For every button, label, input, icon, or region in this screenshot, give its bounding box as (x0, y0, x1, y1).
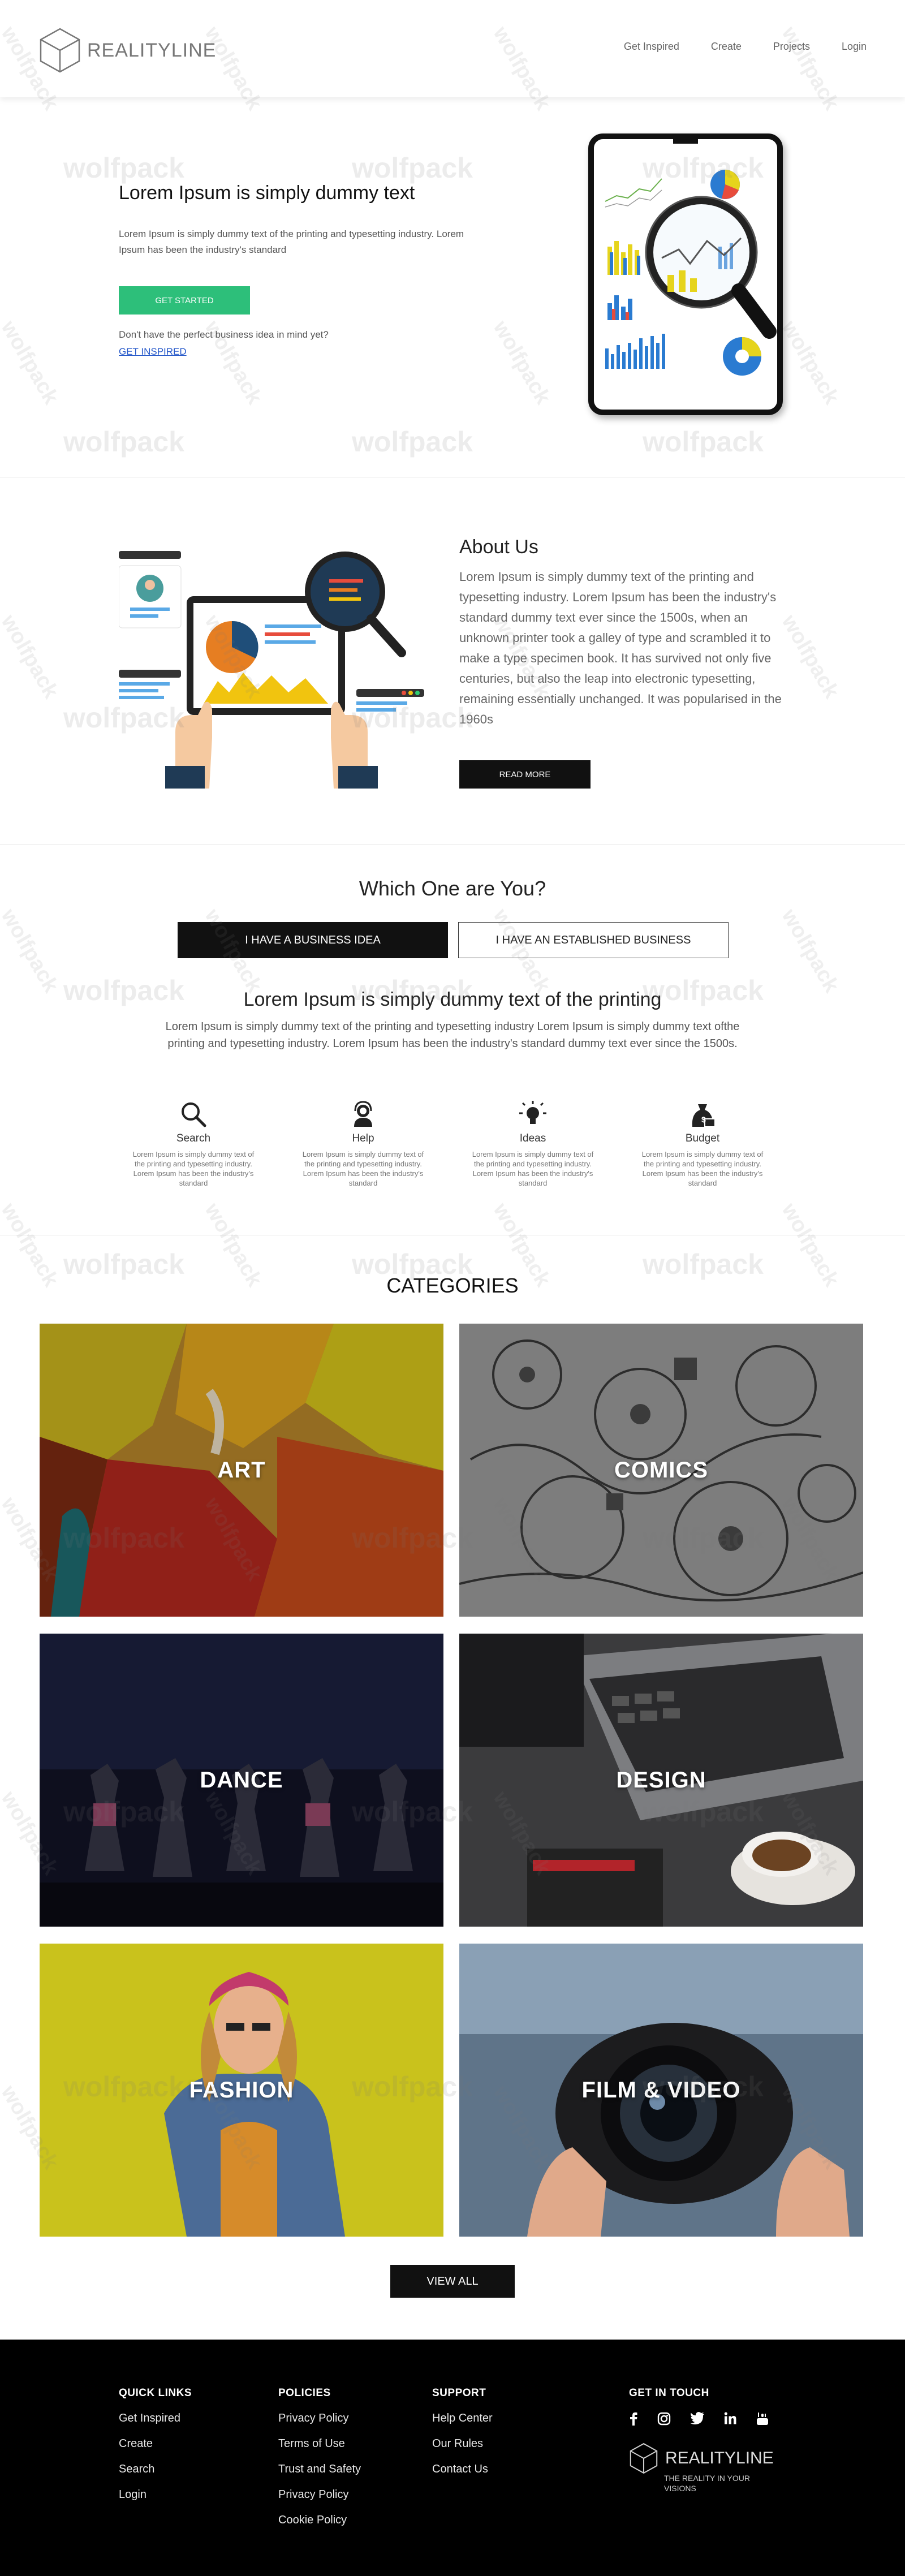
hero-title: Lorem Ipsum is simply dummy text (119, 182, 415, 204)
hero-section: Lorem Ipsum is simply dummy text Lorem I… (0, 97, 905, 477)
category-comics[interactable]: COMICS (459, 1324, 863, 1617)
footer-logo[interactable]: REALITYLINE (629, 2443, 774, 2474)
nav-login[interactable]: Login (842, 41, 867, 53)
about-title: About Us (459, 536, 538, 558)
footer-link-terms-of-use[interactable]: Terms of Use (278, 2437, 361, 2450)
footer-link-help-center[interactable]: Help Center (432, 2412, 493, 2425)
category-label: DANCE (200, 1767, 283, 1793)
nav-create[interactable]: Create (711, 41, 742, 53)
tab-business-idea[interactable]: I HAVE A BUSINESS IDEA (178, 922, 448, 958)
category-label: FASHION (189, 2077, 294, 2103)
linkedin-icon[interactable] (724, 2412, 736, 2429)
nav-get-inspired[interactable]: Get Inspired (624, 41, 679, 53)
footer-link-search[interactable]: Search (119, 2463, 192, 2476)
main-nav: Get Inspired Create Projects Login (624, 41, 867, 53)
category-label: FILM & VIDEO (581, 2077, 741, 2103)
footer-link-create[interactable]: Create (119, 2437, 192, 2450)
category-dance[interactable]: DANCE (40, 1634, 443, 1927)
footer-support: SUPPORT Help Center Our Rules Contact Us (432, 2387, 493, 2488)
support-agent-icon (354, 1101, 372, 1127)
instagram-icon[interactable] (657, 2412, 671, 2429)
social-links (629, 2412, 774, 2429)
feature-label: Help (352, 1132, 374, 1144)
hero-text: Lorem Ipsum is simply dummy text of the … (119, 229, 464, 255)
about-text: Lorem Ipsum is simply dummy text of the … (459, 570, 782, 726)
category-label: ART (217, 1457, 266, 1483)
feature-label: Search (176, 1132, 211, 1144)
feature-text: Lorem Ipsum is simply dummy text of the … (472, 1150, 594, 1187)
footer-heading: QUICK LINKS (119, 2387, 192, 2399)
footer-heading: SUPPORT (432, 2387, 486, 2399)
read-more-button[interactable]: READ MORE (459, 760, 591, 789)
about-section: About Us Lorem Ipsum is simply dummy tex… (0, 477, 905, 845)
cube-logo-icon (630, 2443, 658, 2474)
footer-link-our-rules[interactable]: Our Rules (432, 2437, 493, 2450)
category-fashion[interactable]: FASHION (40, 1944, 443, 2237)
twitter-icon[interactable] (690, 2412, 705, 2429)
footer-link-get-inspired[interactable]: Get Inspired (119, 2412, 192, 2425)
tablet-illustration (588, 133, 783, 415)
footer-policies: POLICIES Privacy Policy Terms of Use Tru… (278, 2387, 361, 2539)
feature-label: Budget (685, 1132, 720, 1144)
category-label: COMICS (614, 1457, 708, 1483)
logo-text: REALITYLINE (87, 39, 217, 61)
dashboard-illustration-icon (119, 551, 424, 789)
footer-tagline-line: VISIONS (664, 2484, 696, 2493)
facebook-icon[interactable] (629, 2412, 638, 2429)
category-film-video[interactable]: FILM & VIDEO (459, 1944, 863, 2237)
site-footer: QUICK LINKS Get Inspired Create Search L… (0, 2340, 905, 2576)
footer-get-in-touch: GET IN TOUCH REALITYLINE THE REALITY IN … (629, 2387, 774, 2493)
feature-text: Lorem Ipsum is simply dummy text of the … (132, 1150, 255, 1187)
which-title: Which One are You? (359, 877, 546, 900)
cube-logo-icon (40, 28, 80, 73)
footer-logo-text: REALITYLINE (665, 2449, 774, 2467)
footer-link-cookie-policy[interactable]: Cookie Policy (278, 2514, 361, 2527)
analytics-magnifier-icon (605, 139, 777, 376)
feature-budget: $ Budget Lorem Ipsum is simply dummy tex… (638, 1100, 767, 1188)
footer-link-login[interactable]: Login (119, 2488, 192, 2501)
tab-established-business[interactable]: I HAVE AN ESTABLISHED BUSINESS (458, 922, 729, 958)
feature-help: Help Lorem Ipsum is simply dummy text of… (299, 1100, 428, 1188)
view-all-button[interactable]: VIEW ALL (390, 2265, 515, 2298)
footer-link-privacy-policy[interactable]: Privacy Policy (278, 2412, 361, 2425)
footer-link-privacy-policy-2[interactable]: Privacy Policy (278, 2488, 361, 2501)
nav-projects[interactable]: Projects (773, 41, 810, 53)
footer-heading: GET IN TOUCH (629, 2387, 709, 2399)
footer-tagline: THE REALITY IN YOUR VISIONS (664, 2473, 774, 2493)
get-started-button[interactable]: GET STARTED (119, 286, 250, 315)
footer-link-trust-safety[interactable]: Trust and Safety (278, 2463, 361, 2476)
svg-text:$: $ (701, 1115, 706, 1124)
site-header: REALITYLINE Get Inspired Create Projects… (0, 0, 905, 97)
feature-ideas: Ideas Lorem Ipsum is simply dummy text o… (468, 1100, 597, 1188)
get-inspired-link[interactable]: GET INSPIRED (119, 346, 187, 357)
feature-search: Search Lorem Ipsum is simply dummy text … (129, 1100, 258, 1188)
youtube-icon[interactable] (756, 2412, 769, 2429)
money-bag-icon: $ (692, 1104, 716, 1127)
footer-link-contact-us[interactable]: Contact Us (432, 2463, 493, 2476)
categories-title: CATEGORIES (386, 1274, 519, 1297)
which-text: Lorem Ipsum is simply dummy text of the … (165, 1020, 740, 1050)
category-label: DESIGN (616, 1767, 706, 1793)
category-art[interactable]: ART (40, 1324, 443, 1617)
categories-section: CATEGORIES ART COMICS DANCE DESIGN FASHI… (0, 1235, 905, 2340)
footer-tagline-line: THE REALITY IN YOUR (664, 2474, 750, 2483)
footer-heading: POLICIES (278, 2387, 331, 2399)
which-section: Which One are You? I HAVE A BUSINESS IDE… (0, 845, 905, 1235)
feature-text: Lorem Ipsum is simply dummy text of the … (302, 1150, 424, 1187)
footer-quick-links: QUICK LINKS Get Inspired Create Search L… (119, 2387, 192, 2514)
feature-label: Ideas (519, 1132, 546, 1144)
lightbulb-icon (519, 1101, 546, 1124)
category-design[interactable]: DESIGN (459, 1634, 863, 1927)
search-icon (182, 1102, 206, 1127)
feature-text: Lorem Ipsum is simply dummy text of the … (641, 1150, 764, 1187)
which-subtitle: Lorem Ipsum is simply dummy text of the … (243, 989, 662, 1010)
hero-question: Don't have the perfect business idea in … (119, 329, 329, 340)
site-logo[interactable]: REALITYLINE (38, 27, 216, 74)
